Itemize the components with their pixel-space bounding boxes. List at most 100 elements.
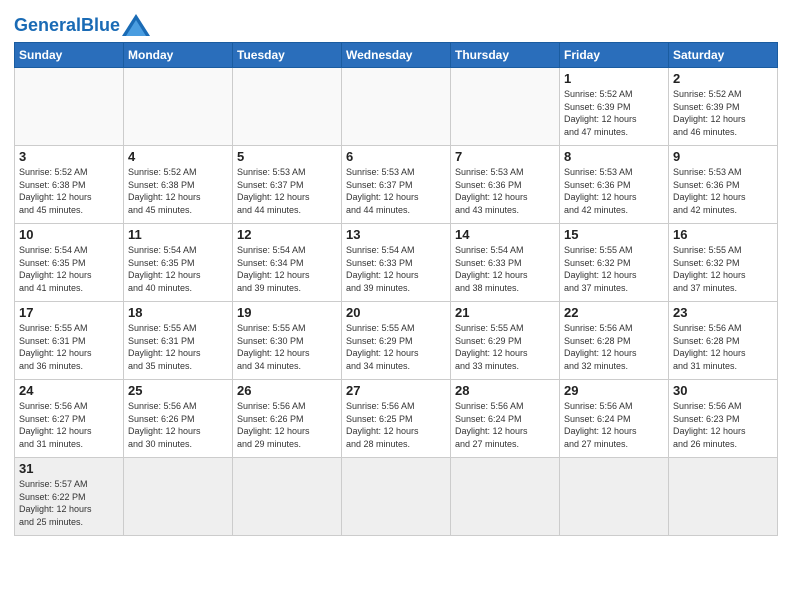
week-row-1: 3 Sunrise: 5:52 AM Sunset: 6:38 PM Daylig…	[15, 146, 778, 224]
day-info: Sunrise: 5:55 AM Sunset: 6:31 PM Dayligh…	[128, 322, 228, 372]
day-cell: 28 Sunrise: 5:56 AM Sunset: 6:24 PM Dayli…	[451, 380, 560, 458]
day-number: 13	[346, 227, 446, 242]
day-info: Sunrise: 5:52 AM Sunset: 6:38 PM Dayligh…	[19, 166, 119, 216]
day-number: 21	[455, 305, 555, 320]
week-row-3: 17 Sunrise: 5:55 AM Sunset: 6:31 PM Dayli…	[15, 302, 778, 380]
day-number: 20	[346, 305, 446, 320]
day-cell: 26 Sunrise: 5:56 AM Sunset: 6:26 PM Dayli…	[233, 380, 342, 458]
day-cell: 9Sunrise: 5:53 AM Sunset: 6:36 PM Daylig…	[669, 146, 778, 224]
day-info: Sunrise: 5:55 AM Sunset: 6:32 PM Dayligh…	[564, 244, 664, 294]
weekday-header-monday: Monday	[124, 43, 233, 68]
day-number: 23	[673, 305, 773, 320]
day-cell: 16 Sunrise: 5:55 AM Sunset: 6:32 PM Dayli…	[669, 224, 778, 302]
day-number: 3	[19, 149, 119, 164]
logo-general: General	[14, 15, 81, 35]
weekday-header-tuesday: Tuesday	[233, 43, 342, 68]
day-info: Sunrise: 5:55 AM Sunset: 6:29 PM Dayligh…	[455, 322, 555, 372]
day-cell: 7Sunrise: 5:53 AM Sunset: 6:36 PM Daylig…	[451, 146, 560, 224]
day-cell: 25Sunrise: 5:56 AM Sunset: 6:26 PM Dayli…	[124, 380, 233, 458]
day-cell: 3 Sunrise: 5:52 AM Sunset: 6:38 PM Daylig…	[15, 146, 124, 224]
day-info: Sunrise: 5:56 AM Sunset: 6:23 PM Dayligh…	[673, 400, 773, 450]
day-cell: 13 Sunrise: 5:54 AM Sunset: 6:33 PM Dayli…	[342, 224, 451, 302]
day-number: 14	[455, 227, 555, 242]
day-number: 6	[346, 149, 446, 164]
day-cell	[233, 458, 342, 536]
day-cell: 11Sunrise: 5:54 AM Sunset: 6:35 PM Dayli…	[124, 224, 233, 302]
day-info: Sunrise: 5:56 AM Sunset: 6:28 PM Dayligh…	[564, 322, 664, 372]
week-row-5: 31 Sunrise: 5:57 AM Sunset: 6:22 PM Dayli…	[15, 458, 778, 536]
day-info: Sunrise: 5:56 AM Sunset: 6:24 PM Dayligh…	[455, 400, 555, 450]
weekday-header-saturday: Saturday	[669, 43, 778, 68]
day-cell: 1Sunrise: 5:52 AM Sunset: 6:39 PM Daylig…	[560, 68, 669, 146]
day-number: 12	[237, 227, 337, 242]
day-cell: 29Sunrise: 5:56 AM Sunset: 6:24 PM Dayli…	[560, 380, 669, 458]
weekday-header-sunday: Sunday	[15, 43, 124, 68]
day-info: Sunrise: 5:53 AM Sunset: 6:37 PM Dayligh…	[237, 166, 337, 216]
day-info: Sunrise: 5:54 AM Sunset: 6:35 PM Dayligh…	[19, 244, 119, 294]
header: GeneralBlue	[14, 10, 778, 36]
day-info: Sunrise: 5:57 AM Sunset: 6:22 PM Dayligh…	[19, 478, 119, 528]
day-number: 19	[237, 305, 337, 320]
logo-icon	[122, 14, 150, 36]
day-number: 10	[19, 227, 119, 242]
day-info: Sunrise: 5:55 AM Sunset: 6:31 PM Dayligh…	[19, 322, 119, 372]
day-number: 18	[128, 305, 228, 320]
day-info: Sunrise: 5:56 AM Sunset: 6:26 PM Dayligh…	[237, 400, 337, 450]
day-cell: 6Sunrise: 5:53 AM Sunset: 6:37 PM Daylig…	[342, 146, 451, 224]
day-cell	[669, 458, 778, 536]
day-cell	[124, 68, 233, 146]
weekday-header-row: SundayMondayTuesdayWednesdayThursdayFrid…	[15, 43, 778, 68]
day-cell: 10 Sunrise: 5:54 AM Sunset: 6:35 PM Dayli…	[15, 224, 124, 302]
day-info: Sunrise: 5:52 AM Sunset: 6:39 PM Dayligh…	[673, 88, 773, 138]
day-info: Sunrise: 5:53 AM Sunset: 6:36 PM Dayligh…	[455, 166, 555, 216]
day-cell: 23 Sunrise: 5:56 AM Sunset: 6:28 PM Dayli…	[669, 302, 778, 380]
day-number: 26	[237, 383, 337, 398]
day-info: Sunrise: 5:52 AM Sunset: 6:38 PM Dayligh…	[128, 166, 228, 216]
day-info: Sunrise: 5:54 AM Sunset: 6:33 PM Dayligh…	[346, 244, 446, 294]
day-cell: 5 Sunrise: 5:53 AM Sunset: 6:37 PM Daylig…	[233, 146, 342, 224]
day-number: 8	[564, 149, 664, 164]
day-number: 22	[564, 305, 664, 320]
day-number: 31	[19, 461, 119, 476]
day-cell: 8Sunrise: 5:53 AM Sunset: 6:36 PM Daylig…	[560, 146, 669, 224]
day-cell: 2 Sunrise: 5:52 AM Sunset: 6:39 PM Daylig…	[669, 68, 778, 146]
day-cell	[233, 68, 342, 146]
day-cell: 24 Sunrise: 5:56 AM Sunset: 6:27 PM Dayli…	[15, 380, 124, 458]
day-number: 9	[673, 149, 773, 164]
day-number: 2	[673, 71, 773, 86]
week-row-4: 24 Sunrise: 5:56 AM Sunset: 6:27 PM Dayli…	[15, 380, 778, 458]
day-cell: 21 Sunrise: 5:55 AM Sunset: 6:29 PM Dayli…	[451, 302, 560, 380]
day-number: 27	[346, 383, 446, 398]
day-cell: 12 Sunrise: 5:54 AM Sunset: 6:34 PM Dayli…	[233, 224, 342, 302]
weekday-header-wednesday: Wednesday	[342, 43, 451, 68]
day-cell	[560, 458, 669, 536]
day-cell	[124, 458, 233, 536]
day-info: Sunrise: 5:55 AM Sunset: 6:32 PM Dayligh…	[673, 244, 773, 294]
day-info: Sunrise: 5:54 AM Sunset: 6:33 PM Dayligh…	[455, 244, 555, 294]
day-info: Sunrise: 5:55 AM Sunset: 6:29 PM Dayligh…	[346, 322, 446, 372]
day-info: Sunrise: 5:56 AM Sunset: 6:24 PM Dayligh…	[564, 400, 664, 450]
week-row-2: 10 Sunrise: 5:54 AM Sunset: 6:35 PM Dayli…	[15, 224, 778, 302]
day-number: 30	[673, 383, 773, 398]
day-number: 16	[673, 227, 773, 242]
day-cell: 18 Sunrise: 5:55 AM Sunset: 6:31 PM Dayli…	[124, 302, 233, 380]
day-info: Sunrise: 5:56 AM Sunset: 6:28 PM Dayligh…	[673, 322, 773, 372]
day-info: Sunrise: 5:56 AM Sunset: 6:26 PM Dayligh…	[128, 400, 228, 450]
day-info: Sunrise: 5:56 AM Sunset: 6:27 PM Dayligh…	[19, 400, 119, 450]
day-cell: 20 Sunrise: 5:55 AM Sunset: 6:29 PM Dayli…	[342, 302, 451, 380]
day-cell: 14 Sunrise: 5:54 AM Sunset: 6:33 PM Dayli…	[451, 224, 560, 302]
day-cell: 30 Sunrise: 5:56 AM Sunset: 6:23 PM Dayli…	[669, 380, 778, 458]
day-number: 15	[564, 227, 664, 242]
week-row-0: 1Sunrise: 5:52 AM Sunset: 6:39 PM Daylig…	[15, 68, 778, 146]
day-cell	[451, 68, 560, 146]
day-cell	[451, 458, 560, 536]
day-info: Sunrise: 5:54 AM Sunset: 6:34 PM Dayligh…	[237, 244, 337, 294]
day-cell: 15 Sunrise: 5:55 AM Sunset: 6:32 PM Dayli…	[560, 224, 669, 302]
day-number: 28	[455, 383, 555, 398]
day-number: 24	[19, 383, 119, 398]
day-cell: 4Sunrise: 5:52 AM Sunset: 6:38 PM Daylig…	[124, 146, 233, 224]
day-cell	[342, 458, 451, 536]
day-number: 17	[19, 305, 119, 320]
day-number: 5	[237, 149, 337, 164]
day-cell	[342, 68, 451, 146]
